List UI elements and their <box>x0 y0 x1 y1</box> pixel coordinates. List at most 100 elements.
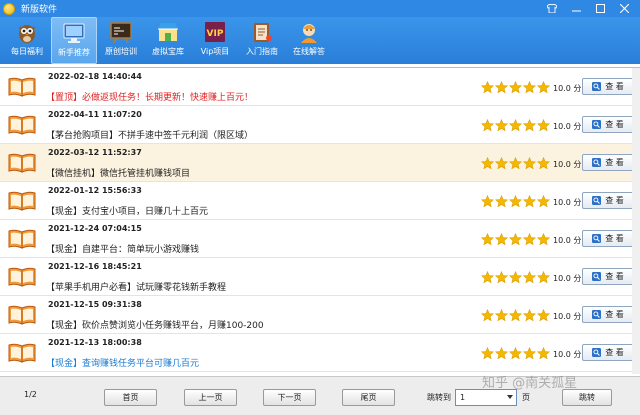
book-icon <box>8 153 36 173</box>
view-button[interactable]: 查 看 <box>582 116 634 133</box>
window-title: 新版软件 <box>21 5 58 15</box>
item-score: 10.0 分 <box>553 160 582 169</box>
title-bar: 新版软件 <box>0 0 640 17</box>
star-icon <box>495 233 508 246</box>
star-icon <box>523 157 536 170</box>
prev-page-button[interactable]: 上一页 <box>184 389 237 406</box>
toolbar-getting-started[interactable]: 入门指南 <box>239 17 285 64</box>
magnifier-icon <box>592 348 602 357</box>
item-title[interactable]: 【现金】查询赚钱任务平台可赚几百元 <box>46 356 199 369</box>
minimize-icon[interactable] <box>564 0 588 17</box>
list-item[interactable]: 2022-01-12 15:56:33 【现金】支付宝小项目，日赚几十上百元 10.… <box>0 182 640 220</box>
item-title[interactable]: 【现金】支付宝小项目，日赚几十上百元 <box>46 204 208 217</box>
star-icon <box>523 233 536 246</box>
toolbar-online-help[interactable]: 在线解答 <box>286 17 332 64</box>
guide-icon <box>254 23 272 42</box>
view-button[interactable]: 查 看 <box>582 344 634 361</box>
item-date: 2021-12-13 18:00:38 <box>48 338 142 347</box>
item-date: 2021-12-15 09:31:38 <box>48 300 142 309</box>
first-page-button[interactable]: 首页 <box>104 389 157 406</box>
maximize-icon[interactable] <box>588 0 612 17</box>
skin-icon[interactable] <box>540 0 564 17</box>
item-title[interactable]: 【茅台抢购项目】不拼手速中签千元利润（限区域） <box>46 128 253 141</box>
toolbar-original-training[interactable]: 原创培训 <box>98 17 144 64</box>
rating-stars <box>481 233 551 246</box>
star-icon <box>481 271 494 284</box>
page-select[interactable]: 1 <box>455 389 517 406</box>
item-score: 10.0 分 <box>553 198 582 207</box>
item-title[interactable]: 【微信挂机】微信托管挂机赚钱项目 <box>46 166 190 179</box>
view-button-label: 查 看 <box>605 272 624 281</box>
item-score: 10.0 分 <box>553 236 582 245</box>
toolbar-beginner-recommend[interactable]: 新手推荐 <box>51 17 97 64</box>
list-item[interactable]: 2021-12-15 09:31:38 【现金】砍价点赞浏览小任务赚钱平台，月赚1… <box>0 296 640 334</box>
rating-stars <box>481 309 551 322</box>
view-button-label: 查 看 <box>605 348 624 357</box>
star-icon <box>523 81 536 94</box>
toolbar-label: Vip项目 <box>200 47 230 56</box>
list-item[interactable]: 2022-02-18 14:40:44 【置顶】必做返现任务！长期更新！快速赚上百… <box>0 68 640 106</box>
main-toolbar: 每日福利 新手推荐 原创培训 虚拟宝库 VIP Vip项目 入门指南 在线解答 <box>0 17 640 64</box>
star-icon <box>495 195 508 208</box>
star-icon <box>537 81 550 94</box>
vertical-scrollbar[interactable] <box>632 68 640 374</box>
close-icon[interactable] <box>612 0 636 17</box>
magnifier-icon <box>592 234 602 243</box>
star-icon <box>509 233 522 246</box>
view-button[interactable]: 查 看 <box>582 78 634 95</box>
support-agent-icon <box>301 24 317 43</box>
star-icon <box>495 119 508 132</box>
star-icon <box>509 157 522 170</box>
star-icon <box>537 309 550 322</box>
item-title[interactable]: 【现金】砍价点赞浏览小任务赚钱平台，月赚100-200 <box>46 318 264 331</box>
item-score: 10.0 分 <box>553 350 582 359</box>
toolbar-virtual-treasury[interactable]: 虚拟宝库 <box>145 17 191 64</box>
star-icon <box>481 233 494 246</box>
item-score: 10.0 分 <box>553 84 582 93</box>
next-page-button[interactable]: 下一页 <box>263 389 316 406</box>
view-button[interactable]: 查 看 <box>582 230 634 247</box>
list-item[interactable]: 2022-04-11 11:07:20 【茅台抢购项目】不拼手速中签千元利润（限区… <box>0 106 640 144</box>
rating-stars <box>481 81 551 94</box>
toolbar-vip-project[interactable]: VIP Vip项目 <box>192 17 238 64</box>
rating-stars <box>481 195 551 208</box>
item-title[interactable]: 【苹果手机用户必看】试玩赚零花钱新手教程 <box>46 280 226 293</box>
star-icon <box>509 195 522 208</box>
toolbar-label: 新手推荐 <box>58 48 90 57</box>
view-button[interactable]: 查 看 <box>582 268 634 285</box>
owl-icon <box>19 25 35 43</box>
toolbar-label: 虚拟宝库 <box>152 47 184 56</box>
star-icon <box>509 309 522 322</box>
star-icon <box>523 271 536 284</box>
item-score: 10.0 分 <box>553 122 582 131</box>
view-button[interactable]: 查 看 <box>582 154 634 171</box>
list-item[interactable]: 2021-12-24 07:04:15 【现金】自建平台：简单玩小游戏赚钱 10.0… <box>0 220 640 258</box>
item-date: 2021-12-24 07:04:15 <box>48 224 142 233</box>
star-icon <box>537 347 550 360</box>
list-item[interactable]: 2021-12-16 18:45:21 【苹果手机用户必看】试玩赚零花钱新手教程 1… <box>0 258 640 296</box>
star-icon <box>537 271 550 284</box>
star-icon <box>481 119 494 132</box>
magnifier-icon <box>592 158 602 167</box>
toolbar-daily-welfare[interactable]: 每日福利 <box>4 17 50 64</box>
view-button-label: 查 看 <box>605 234 624 243</box>
view-button[interactable]: 查 看 <box>582 192 634 209</box>
list-item[interactable]: 2021-12-13 18:00:38 【现金】查询赚钱任务平台可赚几百元 10.0… <box>0 334 640 372</box>
star-icon <box>523 195 536 208</box>
book-icon <box>8 77 36 97</box>
star-icon <box>509 271 522 284</box>
last-page-button[interactable]: 尾页 <box>342 389 395 406</box>
vip-icon: VIP <box>205 22 225 42</box>
star-icon <box>537 119 550 132</box>
star-icon <box>523 119 536 132</box>
toolbar-label: 在线解答 <box>293 47 325 56</box>
star-icon <box>481 347 494 360</box>
jump-button[interactable]: 跳转 <box>562 389 612 406</box>
view-button-label: 查 看 <box>605 196 624 205</box>
item-title[interactable]: 【置顶】必做返现任务！长期更新！快速赚上百元！ <box>46 90 253 103</box>
list-item[interactable]: 2022-03-12 11:52:37 【微信挂机】微信托管挂机赚钱项目 10.0 … <box>0 144 640 182</box>
item-title[interactable]: 【现金】自建平台：简单玩小游戏赚钱 <box>46 242 199 255</box>
view-button[interactable]: 查 看 <box>582 306 634 323</box>
magnifier-icon <box>592 82 602 91</box>
toolbar-label: 原创培训 <box>105 47 137 56</box>
